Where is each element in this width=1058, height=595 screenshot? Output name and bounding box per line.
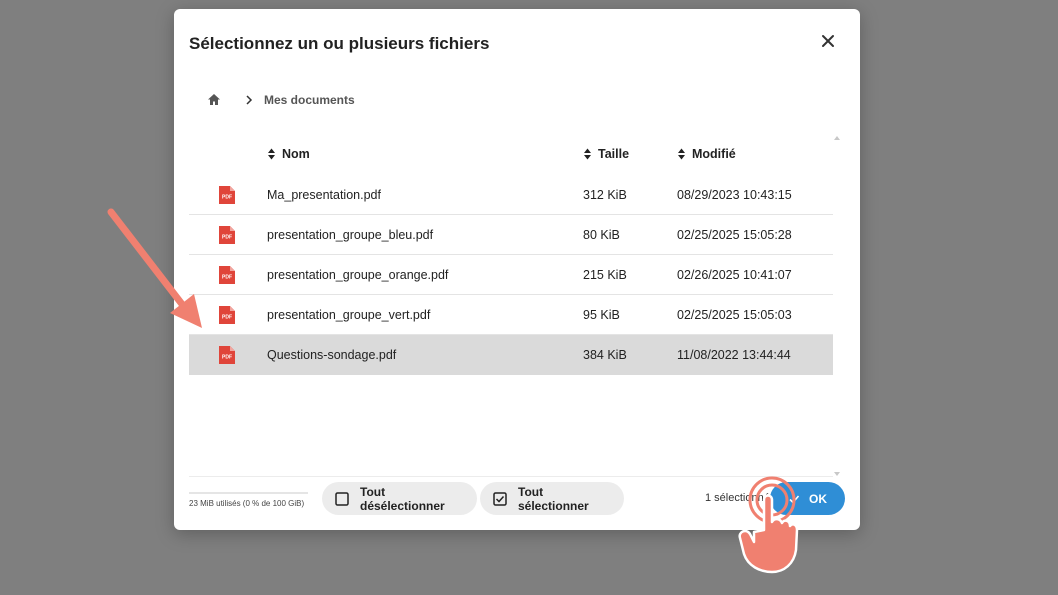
file-table: Nom Taille Modifié PDF Ma_presentation.pd… xyxy=(189,133,833,375)
svg-text:PDF: PDF xyxy=(222,274,232,280)
file-modified: 11/08/2022 13:44:44 xyxy=(677,348,791,362)
file-size: 95 KiB xyxy=(583,307,620,322)
select-all-label: Tout sélectionner xyxy=(518,484,589,513)
pdf-file-icon: PDF xyxy=(189,265,267,285)
scroll-up-icon[interactable] xyxy=(833,129,841,140)
pdf-file-icon: PDF xyxy=(189,345,267,365)
svg-text:PDF: PDF xyxy=(222,355,232,361)
sort-icon xyxy=(677,148,686,160)
file-size: 384 KiB xyxy=(583,348,627,362)
table-row[interactable]: PDF Ma_presentation.pdf 312 KiB 08/29/2023 … xyxy=(189,175,833,215)
column-header-size-label: Taille xyxy=(598,147,630,161)
sort-icon xyxy=(583,148,592,160)
breadcrumb: Mes documents xyxy=(206,90,355,110)
pdf-file-icon: PDF xyxy=(189,305,267,325)
file-name: presentation_groupe_bleu.pdf xyxy=(267,227,434,242)
scroll-down-icon[interactable] xyxy=(833,465,841,476)
close-icon[interactable] xyxy=(818,31,838,51)
column-header-size[interactable]: Taille xyxy=(583,147,677,161)
column-header-modified-label: Modifié xyxy=(692,147,736,161)
file-picker-dialog: Sélectionnez un ou plusieurs fichiers Me… xyxy=(174,9,860,530)
file-name: Ma_presentation.pdf xyxy=(267,187,381,202)
file-modified: 02/25/2025 15:05:28 xyxy=(677,227,792,242)
table-header: Nom Taille Modifié xyxy=(189,133,833,175)
checkbox-checked-icon xyxy=(493,491,507,506)
svg-text:PDF: PDF xyxy=(222,194,232,200)
file-name: Questions-sondage.pdf xyxy=(267,348,397,362)
table-row[interactable]: PDF presentation_groupe_vert.pdf 95 KiB 02/… xyxy=(189,295,833,335)
column-header-name[interactable]: Nom xyxy=(267,147,583,161)
file-modified: 02/26/2025 10:41:07 xyxy=(677,267,792,282)
table-body: PDF Ma_presentation.pdf 312 KiB 08/29/2023 … xyxy=(189,175,833,375)
column-header-modified[interactable]: Modifié xyxy=(677,147,833,161)
sort-icon xyxy=(267,148,276,160)
deselect-all-button[interactable]: Tout désélectionner xyxy=(322,482,477,515)
file-size: 80 KiB xyxy=(583,227,620,242)
file-size: 312 KiB xyxy=(583,187,627,202)
file-modified: 08/29/2023 10:43:15 xyxy=(677,187,792,202)
ok-label: OK xyxy=(809,491,827,506)
storage-usage: 23 MiB utilisés (0 % de 100 GiB) xyxy=(189,499,305,508)
pdf-file-icon: PDF xyxy=(189,225,267,245)
svg-text:PDF: PDF xyxy=(222,314,232,320)
check-icon xyxy=(788,493,800,505)
storage-usage-bar xyxy=(189,492,308,494)
checkbox-empty-icon xyxy=(335,491,349,506)
home-icon[interactable] xyxy=(206,92,222,108)
file-name: presentation_groupe_orange.pdf xyxy=(267,267,449,282)
dialog-title: Sélectionnez un ou plusieurs fichiers xyxy=(189,34,490,53)
breadcrumb-current[interactable]: Mes documents xyxy=(264,93,355,107)
file-size: 215 KiB xyxy=(583,267,627,282)
ok-button[interactable]: OK xyxy=(770,482,845,515)
table-row[interactable]: PDF presentation_groupe_bleu.pdf 80 KiB 02/… xyxy=(189,215,833,255)
table-row[interactable]: PDF Questions-sondage.pdf 384 KiB 11/08/202… xyxy=(189,335,833,375)
chevron-right-icon xyxy=(243,94,255,106)
pdf-file-icon: PDF xyxy=(189,185,267,205)
select-all-button[interactable]: Tout sélectionner xyxy=(480,482,624,515)
selection-count: 1 sélectionné xyxy=(705,492,770,504)
svg-text:PDF: PDF xyxy=(222,234,232,240)
column-header-name-label: Nom xyxy=(282,147,310,161)
footer-divider xyxy=(189,476,833,477)
file-name: presentation_groupe_vert.pdf xyxy=(267,307,431,322)
table-row[interactable]: PDF presentation_groupe_orange.pdf 215 KiB… xyxy=(189,255,833,295)
deselect-all-label: Tout désélectionner xyxy=(360,484,445,513)
file-modified: 02/25/2025 15:05:03 xyxy=(677,307,792,322)
